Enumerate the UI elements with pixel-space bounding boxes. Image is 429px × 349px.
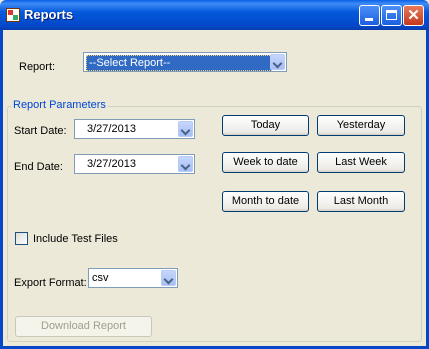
- start-date-picker[interactable]: 3/27/2013: [74, 119, 195, 139]
- close-button[interactable]: ✕: [403, 5, 424, 26]
- last-month-button[interactable]: Last Month: [317, 191, 405, 212]
- reports-window: Reports ✕ Report: --Select Report-- Repo…: [0, 0, 429, 349]
- app-icon[interactable]: [6, 8, 20, 22]
- chevron-down-icon[interactable]: [178, 121, 193, 137]
- week-to-date-button[interactable]: Week to date: [222, 152, 309, 173]
- last-week-button[interactable]: Last Week: [317, 152, 405, 173]
- report-parameters-title: Report Parameters: [11, 99, 108, 111]
- month-to-date-button[interactable]: Month to date: [222, 191, 309, 212]
- download-report-button[interactable]: Download Report: [15, 316, 152, 337]
- end-date-value: 3/27/2013: [87, 158, 136, 170]
- minimize-button[interactable]: [359, 5, 380, 26]
- export-format-label: Export Format:: [14, 277, 87, 289]
- report-parameters-group: [7, 106, 422, 342]
- title-bar[interactable]: Reports ✕: [0, 0, 429, 30]
- window-title: Reports: [24, 7, 74, 22]
- chevron-down-icon[interactable]: [270, 54, 285, 70]
- maximize-icon: [386, 10, 397, 20]
- export-format-value: csv: [92, 272, 109, 284]
- include-test-files-checkbox[interactable]: [15, 232, 28, 245]
- minimize-icon: [365, 18, 373, 21]
- report-label: Report:: [19, 61, 56, 73]
- chevron-down-icon[interactable]: [178, 156, 193, 172]
- yesterday-button[interactable]: Yesterday: [317, 115, 405, 136]
- close-icon: ✕: [407, 7, 420, 24]
- chevron-down-icon[interactable]: [161, 270, 176, 286]
- end-date-picker[interactable]: 3/27/2013: [74, 154, 195, 174]
- include-test-files-label[interactable]: Include Test Files: [33, 233, 118, 245]
- start-date-label: Start Date:: [14, 125, 67, 137]
- report-select[interactable]: --Select Report--: [83, 52, 287, 72]
- start-date-value: 3/27/2013: [87, 123, 136, 135]
- maximize-button[interactable]: [381, 5, 402, 26]
- export-format-select[interactable]: csv: [88, 268, 178, 288]
- today-button[interactable]: Today: [222, 115, 309, 136]
- end-date-label: End Date:: [14, 161, 63, 173]
- report-select-value: --Select Report--: [86, 55, 272, 71]
- window-frame-left: [0, 30, 3, 349]
